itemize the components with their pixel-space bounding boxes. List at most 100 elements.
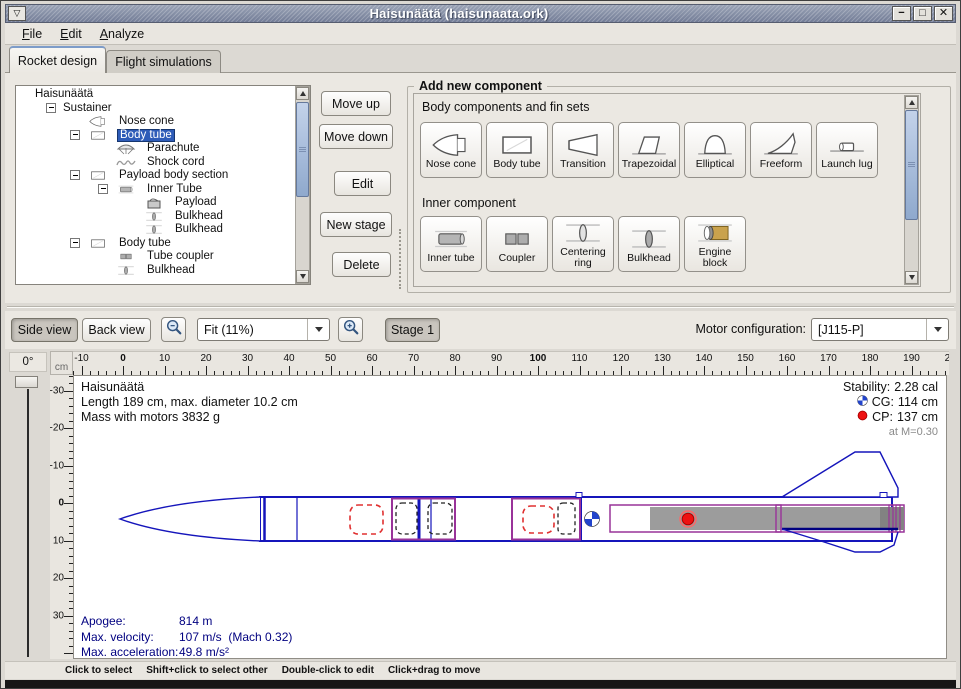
ruler-tick: [64, 466, 73, 467]
back-view-button[interactable]: Back view: [82, 318, 151, 342]
tree-item-body-tube[interactable]: Body tube: [17, 237, 294, 251]
splitter-handle[interactable]: [399, 229, 401, 289]
tree-expander-icon[interactable]: [98, 184, 108, 194]
tree-scrollbar-thumb[interactable]: [296, 102, 309, 197]
tree-item-bulkhead[interactable]: Bulkhead: [17, 210, 294, 224]
zoom-out-button[interactable]: [161, 317, 186, 342]
flight-value: 107 m/s (Mach 0.32): [179, 630, 292, 646]
tab-flight-simulations[interactable]: Flight simulations: [106, 50, 221, 73]
zoom-select-value: Fit (11%): [198, 323, 307, 337]
tree-item-body-tube[interactable]: Body tube: [17, 129, 294, 143]
tree-item-bulkhead[interactable]: Bulkhead: [17, 223, 294, 237]
tree-item-nose-cone[interactable]: Nose cone: [17, 115, 294, 129]
stage-1-toggle[interactable]: Stage 1: [385, 318, 440, 342]
component-button-engine-block[interactable]: Engine block: [684, 216, 746, 272]
component-button-freeform[interactable]: Freeform: [750, 122, 812, 178]
ruler-label: 70: [408, 353, 419, 364]
tree-item-payload[interactable]: Payload: [17, 196, 294, 210]
horizontal-ruler: -100102030405060708090100110120130140150…: [73, 351, 949, 375]
component-scrollbar-thumb[interactable]: [905, 110, 918, 220]
component-scrollbar[interactable]: [904, 95, 919, 285]
tab-strip: Rocket design Flight simulations: [5, 45, 956, 73]
tree-item-label: Shock cord: [145, 156, 207, 170]
ruler-tick: [165, 366, 166, 375]
tree-item-haisun-t[interactable]: Haisunäätä: [17, 88, 294, 102]
maximize-button[interactable]: □: [913, 6, 932, 21]
scroll-down-icon[interactable]: [296, 270, 309, 283]
component-button-trapezoidal[interactable]: Trapezoidal: [618, 122, 680, 178]
tree-item-inner-tube[interactable]: Inner Tube: [17, 183, 294, 197]
component-button-label: Transition: [560, 159, 606, 170]
window-menu-icon[interactable]: ▽: [8, 6, 26, 21]
component-button-label: Inner tube: [427, 253, 474, 264]
tree-item-label: Bulkhead: [173, 223, 225, 237]
tree-item-payload-body-section[interactable]: Payload body section: [17, 169, 294, 183]
component-button-inner-tube[interactable]: Inner tube: [420, 216, 482, 272]
scroll-up-icon[interactable]: [296, 87, 309, 100]
menu-analyze[interactable]: Analyze: [91, 25, 153, 43]
tab-rocket-design[interactable]: Rocket design: [9, 46, 106, 73]
rocket-canvas[interactable]: Haisunäätä Length 189 cm, max. diameter …: [73, 375, 947, 659]
tree-expander-icon[interactable]: [70, 130, 80, 140]
tree-expander-icon[interactable]: [70, 238, 80, 248]
new-stage-button[interactable]: New stage: [320, 212, 392, 237]
component-button-coupler[interactable]: Coupler: [486, 216, 548, 272]
cp-icon: [857, 410, 868, 425]
component-button-elliptical[interactable]: Elliptical: [684, 122, 746, 178]
tree-item-bulkhead[interactable]: Bulkhead: [17, 264, 294, 278]
tree-item-parachute[interactable]: Parachute: [17, 142, 294, 156]
component-tree[interactable]: HaisunäätäSustainerNose coneBody tubePar…: [17, 88, 294, 283]
edit-button[interactable]: Edit: [334, 171, 391, 196]
centering-ring-icon: [561, 219, 605, 247]
launch-lug-marker: [576, 493, 582, 498]
move-down-button[interactable]: Move down: [319, 124, 393, 149]
magnifier-plus-icon: [342, 318, 360, 341]
ruler-tick: [64, 428, 73, 429]
ruler-tick: [538, 366, 539, 375]
component-button-body-tube[interactable]: Body tube: [486, 122, 548, 178]
tree-expander-icon[interactable]: [70, 170, 80, 180]
body-tube-icon: [495, 131, 539, 159]
menu-edit[interactable]: Edit: [51, 25, 91, 43]
minimize-button[interactable]: −: [892, 6, 911, 21]
component-button-label: Elliptical: [696, 159, 735, 170]
rotation-slider-handle[interactable]: [15, 376, 38, 388]
hint-text: Double-click to edit: [282, 665, 374, 676]
motor-configuration-select[interactable]: [J115-P]: [811, 318, 949, 341]
cg-marker: [585, 512, 600, 527]
ruler-label: 180: [862, 353, 879, 364]
tree-item-label: Payload body section: [117, 169, 230, 183]
component-button-label: Trapezoidal: [622, 159, 676, 170]
window-title: Haisunäätä (haisunaata.ork): [26, 6, 892, 21]
component-button-centering-ring[interactable]: Centering ring: [552, 216, 614, 272]
stability-info: Stability:2.28 cal CG:114 cm CP:137 cm a…: [843, 380, 938, 440]
zoom-in-button[interactable]: [338, 317, 363, 342]
close-button[interactable]: ✕: [934, 6, 953, 21]
tree-item-shock-cord[interactable]: Shock cord: [17, 156, 294, 170]
component-button-nose-cone[interactable]: Nose cone: [420, 122, 482, 178]
delete-button[interactable]: Delete: [332, 252, 391, 277]
tree-item-sustainer[interactable]: Sustainer: [17, 102, 294, 116]
body-tube-icon: [87, 237, 109, 250]
component-button-row: Inner tube CouplerCentering ringBulkheadE…: [420, 216, 746, 272]
move-up-button[interactable]: Move up: [321, 91, 391, 116]
trapezoidal-icon: [627, 131, 671, 159]
component-button-bulkhead[interactable]: Bulkhead: [618, 216, 680, 272]
scroll-up-icon[interactable]: [905, 96, 918, 109]
tree-item-label: Bulkhead: [145, 264, 197, 278]
zoom-select[interactable]: Fit (11%): [197, 318, 330, 341]
ruler-label: 160: [779, 353, 796, 364]
tree-item-label: Payload: [173, 196, 219, 210]
side-view-button[interactable]: Side view: [11, 318, 78, 342]
component-button-launch-lug[interactable]: Launch lug: [816, 122, 878, 178]
tree-scrollbar[interactable]: [295, 86, 310, 284]
rotation-slider-track[interactable]: [27, 389, 29, 657]
component-button-transition[interactable]: Transition: [552, 122, 614, 178]
title-bar[interactable]: ▽ Haisunäätä (haisunaata.ork) − □ ✕: [5, 4, 956, 23]
scroll-down-icon[interactable]: [905, 271, 918, 284]
menu-file[interactable]: File: [13, 25, 51, 43]
ruler-tick: [64, 391, 73, 392]
tree-item-tube-coupler[interactable]: Tube coupler: [17, 250, 294, 264]
add-component-title: Add new component: [414, 79, 547, 93]
tree-expander-icon[interactable]: [46, 103, 56, 113]
